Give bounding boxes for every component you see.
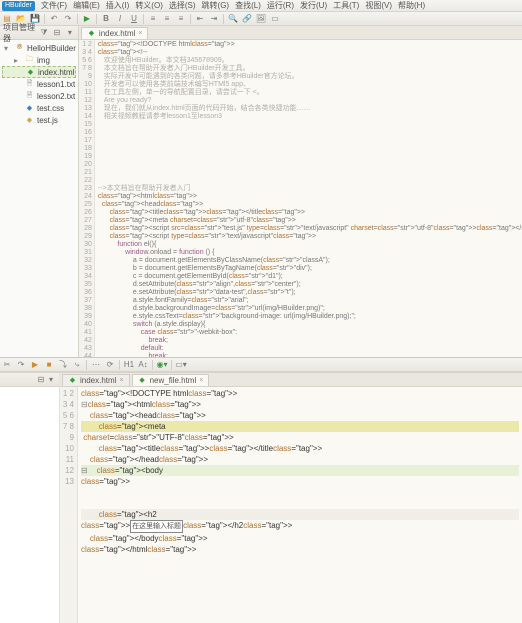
close-icon[interactable]: × xyxy=(199,377,203,384)
menu-help[interactable]: 帮助(H) xyxy=(398,0,425,11)
color-picker-icon[interactable]: ◉▾ xyxy=(157,360,167,370)
menu-escape[interactable]: 转义(O) xyxy=(135,0,163,11)
bottom-left-gutter-pane: ⊟ ▾ xyxy=(0,373,60,623)
panel-menu-icon[interactable]: ▾ xyxy=(46,375,56,385)
redo-icon[interactable]: ↷ xyxy=(16,360,26,370)
font-icon[interactable]: A↕ xyxy=(138,360,148,370)
stop-icon[interactable]: ■ xyxy=(44,360,54,370)
project-icon: 🞋 xyxy=(15,44,24,53)
txt-file-icon: 🗎 xyxy=(25,92,34,101)
outdent-icon[interactable]: ⇤ xyxy=(195,14,205,24)
align-center-icon[interactable]: ≡ xyxy=(162,14,172,24)
tab-new-file-html[interactable]: ◆ new_file.html × xyxy=(132,374,210,386)
tree-item-lesson2[interactable]: 🗎lesson2.txt xyxy=(2,90,76,102)
cut-icon[interactable]: ✂ xyxy=(2,360,12,370)
filter-icon[interactable]: ⧩ xyxy=(39,28,49,38)
collapse-icon[interactable]: ⊟ xyxy=(52,28,62,38)
txt-file-icon: 🗎 xyxy=(25,80,34,89)
heading-icon[interactable]: H1 xyxy=(124,360,134,370)
tab-index-html[interactable]: ◆ index.html × xyxy=(81,27,149,39)
menu-goto[interactable]: 跳转(G) xyxy=(202,0,230,11)
bottom-editor-pane: ◆ index.html × ◆ new_file.html × 1 2 3 4… xyxy=(60,373,522,623)
ext-icon[interactable]: ⋯ xyxy=(91,360,101,370)
device-icon[interactable]: ▭▾ xyxy=(176,360,186,370)
tree-item-index-html[interactable]: ◆index.html xyxy=(2,66,76,78)
menu-edit[interactable]: 编辑(E) xyxy=(73,0,100,11)
bottom-editor[interactable]: 1 2 3 4 5 6 7 8 9 10 11 12 13 class="tag… xyxy=(60,387,522,623)
underline-icon[interactable]: U xyxy=(129,14,139,24)
top-tab-bar: ◆ index.html × xyxy=(79,26,522,40)
preview-icon[interactable]: 🔍 xyxy=(228,14,238,24)
image-icon[interactable]: 🖼 xyxy=(256,14,266,24)
close-icon[interactable]: × xyxy=(138,30,142,37)
tree-item-folder[interactable]: ▸🗀img xyxy=(2,54,76,66)
app-logo: HBuilder xyxy=(2,1,35,11)
align-left-icon[interactable]: ≡ xyxy=(148,14,158,24)
project-tree: ▾🞋HelloHBuilder ▸🗀img ◆index.html 🗎lesso… xyxy=(0,40,78,357)
menu-file[interactable]: 文件(F) xyxy=(41,0,67,11)
top-editor-pane: ◆ index.html × 1 2 3 4 5 6 7 8 9 10 11 1… xyxy=(79,26,522,357)
play-icon[interactable]: ▶ xyxy=(30,360,40,370)
js-file-icon: ◆ xyxy=(25,116,34,125)
menu-find[interactable]: 查找(L) xyxy=(235,0,261,11)
menu-select[interactable]: 选择(S) xyxy=(169,0,196,11)
top-code[interactable]: class="tag"><!DOCTYPE htmlclass="tag">> … xyxy=(95,40,522,357)
css-file-icon: ◆ xyxy=(25,104,34,113)
step-in-icon[interactable]: ⤷ xyxy=(72,360,82,370)
device-icon[interactable]: ▭ xyxy=(270,14,280,24)
secondary-toolbar: ✂ ↷ ▶ ■ ⤵ ⤷ ⋯ ⟳ H1 A↕ ◉▾ ▭▾ xyxy=(0,358,522,372)
tree-item-testjs[interactable]: ◆test.js xyxy=(2,114,76,126)
top-gutter: 1 2 3 4 5 6 7 8 9 10 11 12 13 14 15 16 1… xyxy=(79,40,95,357)
html-file-icon: ◆ xyxy=(138,376,147,385)
menu-view[interactable]: 视图(V) xyxy=(365,0,392,11)
project-explorer: 项目管理器 ⧩ ⊟ ▾ ▾🞋HelloHBuilder ▸🗀img ◆index… xyxy=(0,26,79,357)
tree-item-project[interactable]: ▾🞋HelloHBuilder xyxy=(2,42,76,54)
top-editor[interactable]: 1 2 3 4 5 6 7 8 9 10 11 12 13 14 15 16 1… xyxy=(79,40,522,357)
tree-item-lesson1[interactable]: 🗎lesson1.txt xyxy=(2,78,76,90)
undo-icon[interactable]: ↶ xyxy=(49,14,59,24)
html-file-icon: ◆ xyxy=(68,376,77,385)
collapse-icon[interactable]: ⊟ xyxy=(36,375,46,385)
bottom-gutter: 1 2 3 4 5 6 7 8 9 10 11 12 13 xyxy=(60,387,78,623)
link-icon[interactable]: 🔗 xyxy=(242,14,252,24)
folder-icon: 🗀 xyxy=(25,56,34,65)
menu-publish[interactable]: 发行(U) xyxy=(300,0,327,11)
bottom-tab-bar: ◆ index.html × ◆ new_file.html × xyxy=(60,373,522,387)
menu-insert[interactable]: 插入(I) xyxy=(106,0,130,11)
close-icon[interactable]: × xyxy=(119,377,123,384)
align-right-icon[interactable]: ≡ xyxy=(176,14,186,24)
html-file-icon: ◆ xyxy=(26,68,35,77)
explorer-header: 项目管理器 ⧩ ⊟ ▾ xyxy=(0,26,78,40)
run-wx-icon[interactable]: ▶ xyxy=(82,14,92,24)
main-toolbar: ▤ 📂 💾 ↶ ↷ ▶ B I U ≡ ≡ ≡ ⇤ ⇥ 🔍 🔗 🖼 ▭ xyxy=(0,12,522,26)
bold-icon[interactable]: B xyxy=(101,14,111,24)
panel-menu-icon[interactable]: ▾ xyxy=(65,28,75,38)
menu-tools[interactable]: 工具(T) xyxy=(333,0,359,11)
italic-icon[interactable]: I xyxy=(115,14,125,24)
menu-run[interactable]: 运行(R) xyxy=(267,0,294,11)
ext2-icon[interactable]: ⟳ xyxy=(105,360,115,370)
menu-bar: HBuilder 文件(F) 编辑(E) 插入(I) 转义(O) 选择(S) 跳… xyxy=(0,0,522,12)
tree-item-testcss[interactable]: ◆test.css xyxy=(2,102,76,114)
html-file-icon: ◆ xyxy=(87,29,96,38)
indent-icon[interactable]: ⇥ xyxy=(209,14,219,24)
step-over-icon[interactable]: ⤵ xyxy=(58,360,68,370)
bottom-code[interactable]: class="tag"><!DOCTYPE htmlclass="tag">> … xyxy=(78,387,522,623)
redo-icon[interactable]: ↷ xyxy=(63,14,73,24)
tab-index-html[interactable]: ◆ index.html × xyxy=(62,374,130,386)
